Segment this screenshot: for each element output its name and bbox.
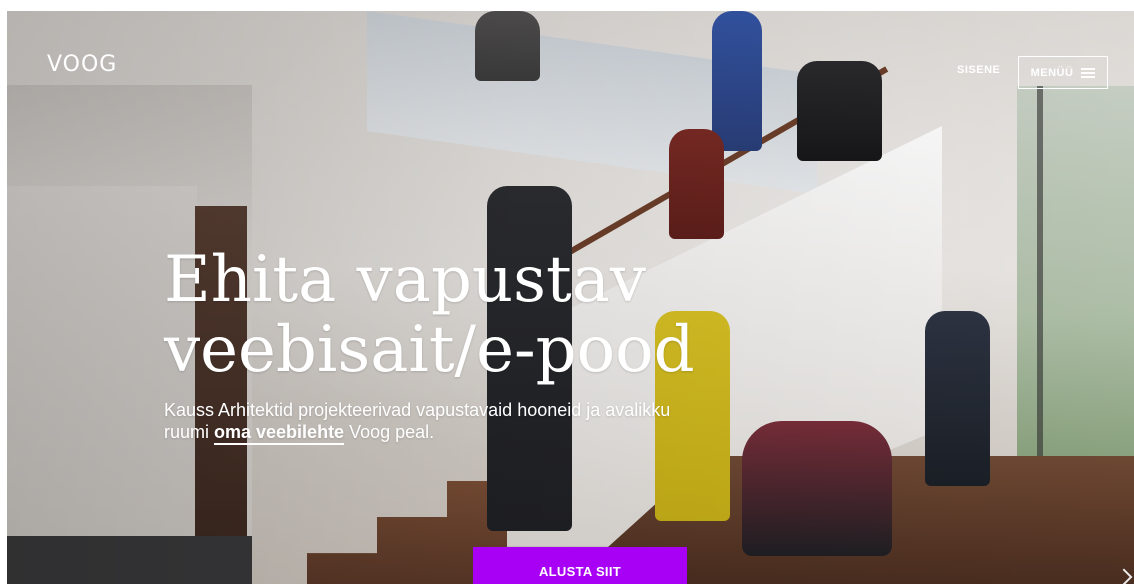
hamburger-icon [1081,67,1096,78]
hero-subtext-suffix: Voog peal. [344,422,435,442]
voog-logo[interactable]: VOOG [47,52,117,77]
menu-button[interactable]: MENÜÜ [1018,56,1108,89]
hero-subtext: Kauss Arhitektid projekteerivad vapustav… [164,399,684,445]
hero-subtext-link[interactable]: oma veebilehte [214,422,345,445]
start-button[interactable]: ALUSTA SIIT [473,547,687,584]
menu-label: MENÜÜ [1030,66,1074,79]
hero-frame: VOOG SISENE MENÜÜ Ehita vapustav veebisa… [7,11,1134,584]
login-link[interactable]: SISENE [957,64,1000,76]
hero-headline: Ehita vapustav veebisait/e-pood [164,243,695,387]
